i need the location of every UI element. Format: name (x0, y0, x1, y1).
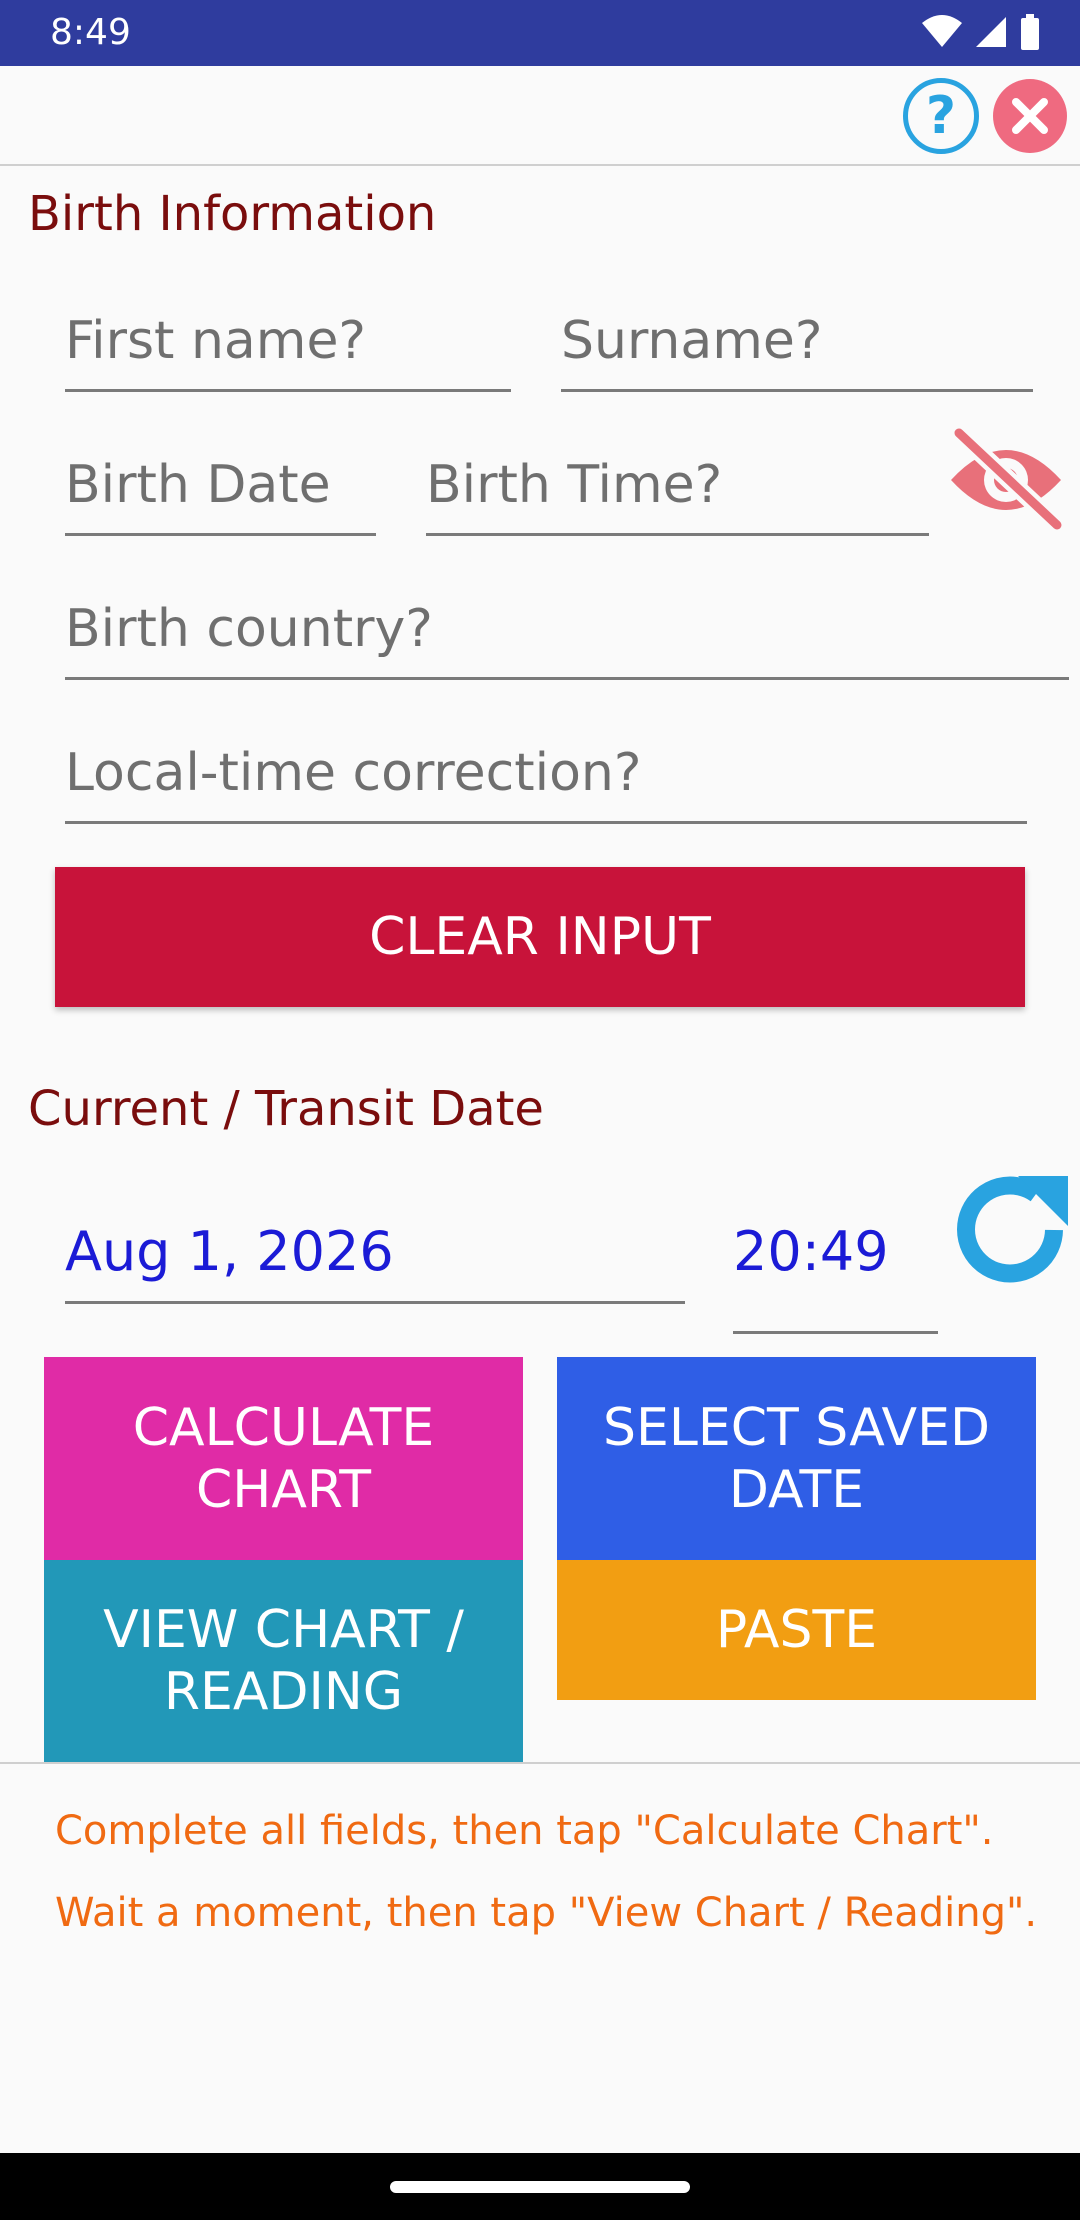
status-bar: 8:49 (0, 0, 1080, 66)
battery-icon (1021, 14, 1039, 50)
first-name-field[interactable]: First name? (65, 300, 511, 392)
birth-date-field[interactable]: Birth Date (65, 444, 376, 536)
help-label: ? (925, 86, 957, 146)
cellular-signal-icon (976, 17, 1006, 47)
wifi-icon (922, 15, 962, 47)
local-time-correction-field[interactable]: Local-time correction? (65, 732, 1027, 824)
first-name-placeholder: First name? (65, 311, 367, 371)
refresh-icon[interactable] (950, 1168, 1074, 1292)
birth-time-placeholder: Birth Time? (426, 455, 723, 515)
view-chart-reading-button[interactable]: VIEW CHART / READING (44, 1560, 523, 1762)
navigation-bar (0, 2153, 1080, 2220)
top-app-bar: ? (0, 66, 1080, 166)
surname-field[interactable]: Surname? (561, 300, 1033, 392)
calculate-chart-button[interactable]: CALCULATE CHART (44, 1357, 523, 1560)
select-saved-date-button[interactable]: SELECT SAVED DATE (557, 1357, 1036, 1560)
birth-time-field[interactable]: Birth Time? (426, 444, 929, 536)
surname-placeholder: Surname? (561, 311, 823, 371)
transit-date-value: Aug 1, 2026 (65, 1220, 394, 1283)
birth-country-field[interactable]: Birth country? (65, 588, 1069, 680)
birth-date-placeholder: Birth Date (65, 455, 331, 515)
transit-section-title: Current / Transit Date (28, 1081, 544, 1137)
local-time-correction-placeholder: Local-time correction? (65, 743, 642, 803)
close-x-glyph (1012, 98, 1048, 134)
transit-time-value: 20:49 (733, 1220, 889, 1283)
home-gesture-handle[interactable] (390, 2181, 690, 2193)
divider (0, 1762, 1080, 1764)
status-time: 8:49 (50, 12, 131, 53)
paste-button[interactable]: PASTE (557, 1560, 1036, 1700)
status-icons (922, 14, 1040, 50)
clear-input-button[interactable]: CLEAR INPUT (55, 867, 1025, 1007)
close-icon[interactable] (993, 79, 1067, 153)
instruction-line-1: Complete all fields, then tap "Calculate… (55, 1808, 994, 1854)
help-icon[interactable]: ? (903, 78, 979, 154)
transit-date-field[interactable]: Aug 1, 2026 (65, 1210, 685, 1304)
birth-section-title: Birth Information (28, 186, 437, 242)
eye-off-icon[interactable] (945, 425, 1067, 535)
transit-time-field[interactable]: 20:49 (733, 1210, 938, 1334)
instruction-line-2: Wait a moment, then tap "View Chart / Re… (55, 1890, 1038, 1936)
birth-country-placeholder: Birth country? (65, 599, 433, 659)
